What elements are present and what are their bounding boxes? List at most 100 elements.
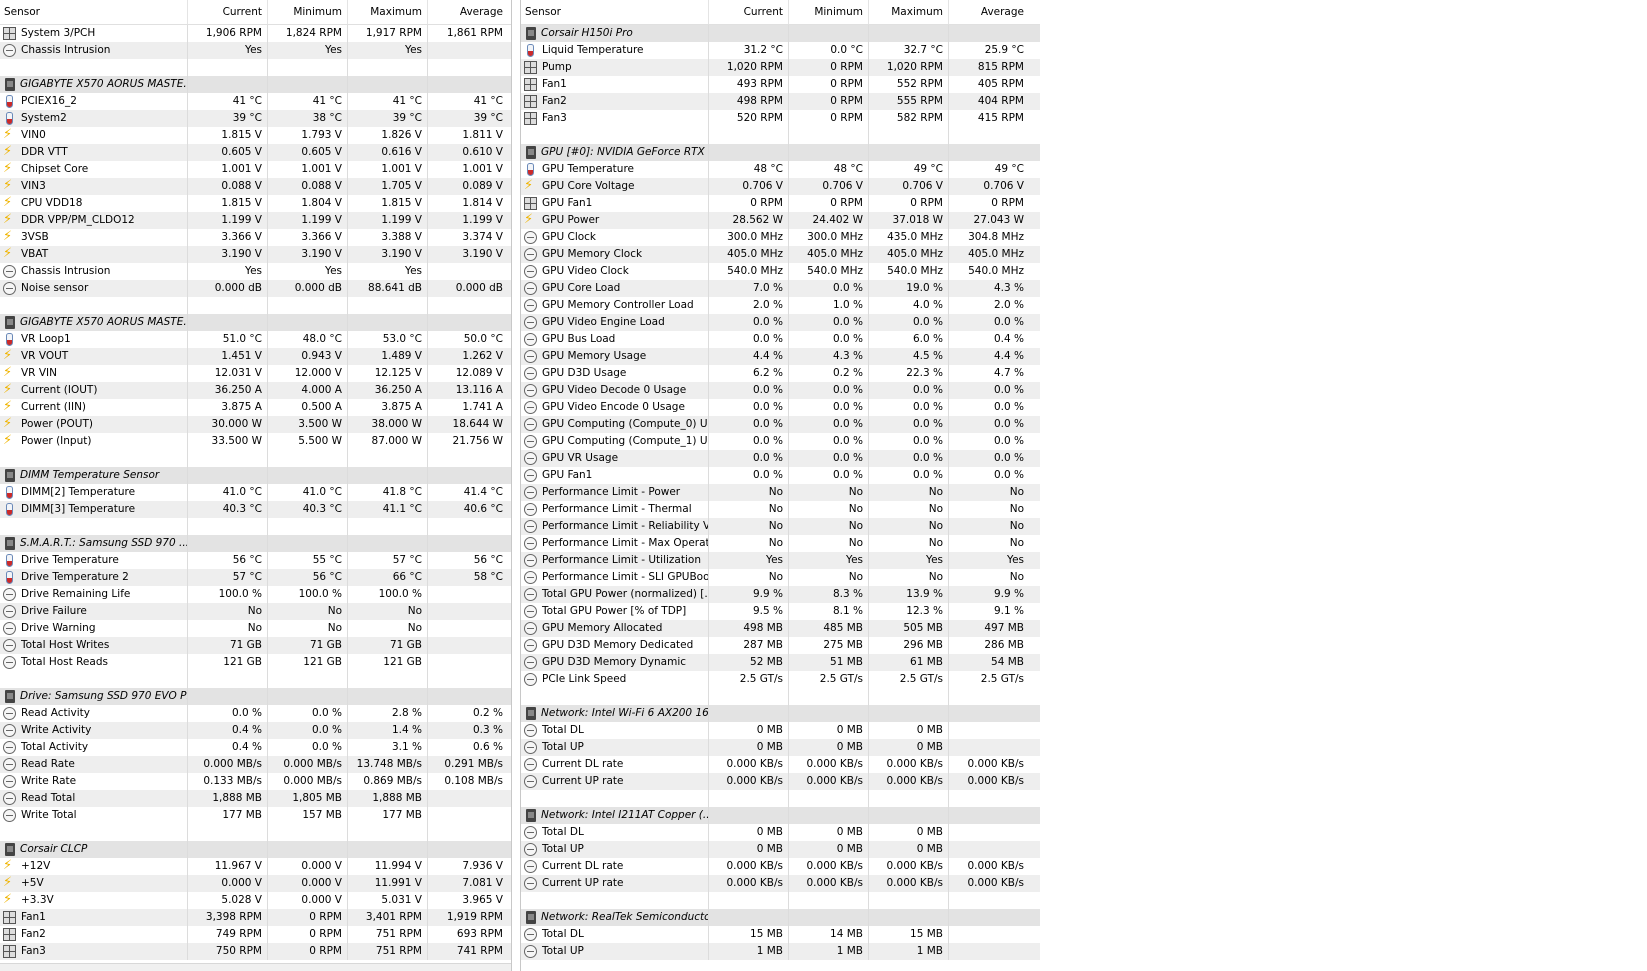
sensor-row[interactable]: Total UP 0 MB 0 MB 0 MB [521, 739, 1040, 756]
column-header-average[interactable]: Average [428, 0, 508, 24]
sensor-row[interactable]: PCIe Link Speed 2.5 GT/s 2.5 GT/s 2.5 GT/s 2… [521, 671, 1040, 688]
sensor-row[interactable]: Total DL 0 MB 0 MB 0 MB [521, 722, 1040, 739]
sensor-row[interactable]: GPU Power 28.562 W24.402 W37.018 W 27.043 … [521, 212, 1040, 229]
sensor-row[interactable]: GPU Bus Load 0.0 % 0.0 % 6.0 % 0.4 % [521, 331, 1040, 348]
column-header-sensor[interactable]: Sensor [0, 0, 188, 24]
sensor-row[interactable]: VR Loop1 51.0 °C 48.0 °C 53.0 °C 50.0 °C [0, 331, 511, 348]
sensor-row[interactable]: Pump 1,020 RPM 0 RPM 1,020 RPM 815 RPM [521, 59, 1040, 76]
sensor-row[interactable]: Performance Limit - SLI GPUBoo... No No No N… [521, 569, 1040, 586]
sensor-group-header[interactable]: DIMM Temperature Sensor [0, 467, 511, 484]
sensor-row[interactable]: Current UP rate 0.000 KB/s 0.000 KB/s 0.000… [521, 875, 1040, 892]
sensor-row[interactable]: DIMM[2] Temperature 41.0 °C 41.0 °C 41.8 °C… [0, 484, 511, 501]
sensor-row[interactable]: System 3/PCH 1,906 RPM 1,824 RPM 1,917 RPM 1… [0, 25, 511, 42]
sensor-row[interactable]: GPU VR Usage 0.0 % 0.0 % 0.0 % 0.0 % [521, 450, 1040, 467]
sensor-row[interactable]: Total GPU Power (normalized) [... 9.9 % 8.… [521, 586, 1040, 603]
sensor-row[interactable]: Fan2 498 RPM 0 RPM 555 RPM 404 RPM [521, 93, 1040, 110]
sensor-row[interactable]: Total Activity 0.4 % 0.0 % 3.1 % 0.6 % [0, 739, 511, 756]
sensor-row[interactable]: Current DL rate 0.000 KB/s 0.000 KB/s 0.000… [521, 756, 1040, 773]
sensor-row[interactable]: Fan3 520 RPM 0 RPM 582 RPM 415 RPM [521, 110, 1040, 127]
column-header-sensor[interactable]: Sensor [521, 0, 709, 24]
sensor-row[interactable]: Fan3 750 RPM 0 RPM 751 RPM 741 RPM [0, 943, 511, 960]
sensor-row[interactable]: Current DL rate 0.000 KB/s 0.000 KB/s 0.000… [521, 858, 1040, 875]
sensor-row[interactable]: Liquid Temperature 31.2 °C 0.0 °C 32.7 °C 25… [521, 42, 1040, 59]
sensor-row[interactable]: GPU D3D Memory Dynamic 52 MB 51 MB 61 MB 54 … [521, 654, 1040, 671]
sensor-row[interactable]: GPU Fan1 0.0 % 0.0 % 0.0 % 0.0 % [521, 467, 1040, 484]
sensor-row[interactable]: Read Total 1,888 MB 1,805 MB 1,888 MB [0, 790, 511, 807]
column-header-minimum[interactable]: Minimum [268, 0, 348, 24]
sensor-row[interactable]: GPU Video Decode 0 Usage 0.0 % 0.0 % 0.0 % 0… [521, 382, 1040, 399]
sensor-row[interactable]: Chipset Core1.001 V1.001 V1.001 V1.001 V [0, 161, 511, 178]
sensor-group-header[interactable]: S.M.A.R.T.: Samsung SSD 970 ... [0, 535, 511, 552]
sensor-row[interactable]: GPU D3D Usage 6.2 % 0.2 % 22.3 % 4.7 % [521, 365, 1040, 382]
sensor-row[interactable]: Fan1 3,398 RPM 0 RPM 3,401 RPM 1,919 RPM [0, 909, 511, 926]
sensor-row[interactable]: VR VIN 12.031 V12.000 V12.125 V 12.089 V [0, 365, 511, 382]
sensor-row[interactable]: Write Rate 0.133 MB/s 0.000 MB/s 0.869 MB/s… [0, 773, 511, 790]
sensor-row[interactable]: VBAT3.190 V3.190 V3.190 V3.190 V [0, 246, 511, 263]
sensor-row[interactable]: Performance Limit - Reliability Vo... No N… [521, 518, 1040, 535]
sensor-row[interactable]: GPU Computing (Compute_0) Us... 0.0 % 0.0 … [521, 416, 1040, 433]
sensor-row[interactable]: Fan2 749 RPM 0 RPM 751 RPM 693 RPM [0, 926, 511, 943]
sensor-group-header[interactable]: Network: Intel I211AT Copper (... [521, 807, 1040, 824]
sensor-group-header[interactable]: Drive: Samsung SSD 970 EVO Pl... [0, 688, 511, 705]
sensor-row[interactable]: DDR VTT0.605 V0.605 V0.616 V0.610 V [0, 144, 511, 161]
sensor-row[interactable]: GPU D3D Memory Dedicated 287 MB 275 MB 296 … [521, 637, 1040, 654]
sensor-row[interactable]: VR VOUT 1.451 V0.943 V1.489 V 1.262 V [0, 348, 511, 365]
column-header-maximum[interactable]: Maximum [348, 0, 428, 24]
sensor-row[interactable]: Total Host Writes 71 GB 71 GB 71 GB [0, 637, 511, 654]
sensor-row[interactable]: +3.3V 5.028 V0.000 V5.031 V 3.965 V [0, 892, 511, 909]
sensor-row[interactable]: Drive Temperature 56 °C 55 °C 57 °C 56 °C [0, 552, 511, 569]
column-header-minimum[interactable]: Minimum [789, 0, 869, 24]
sensor-row[interactable]: Total UP 0 MB 0 MB 0 MB [521, 841, 1040, 858]
sensor-row[interactable]: CPU VDD18 1.815 V1.804 V1.815 V 1.814 V [0, 195, 511, 212]
sensor-row[interactable]: GPU Memory Controller Load 2.0 % 1.0 % 4.0 … [521, 297, 1040, 314]
sensor-group-header[interactable]: GPU [#0]: NVIDIA GeForce RTX ... [521, 144, 1040, 161]
sensor-group-header[interactable]: Network: Intel Wi-Fi 6 AX200 16... [521, 705, 1040, 722]
sensor-row[interactable]: Performance Limit - Max Operati... No No No… [521, 535, 1040, 552]
sensor-row[interactable]: Total DL 0 MB 0 MB 0 MB [521, 824, 1040, 841]
sensor-row[interactable]: GPU Video Encode 0 Usage 0.0 % 0.0 % 0.0 % 0… [521, 399, 1040, 416]
sensor-row[interactable]: 3VSB3.366 V3.366 V3.388 V3.374 V [0, 229, 511, 246]
sensor-row[interactable]: Performance Limit - Utilization Yes Yes Yes… [521, 552, 1040, 569]
sensor-row[interactable]: Drive Warning No No No [0, 620, 511, 637]
column-header-current[interactable]: Current [188, 0, 268, 24]
sensor-row[interactable]: GPU Video Engine Load 0.0 % 0.0 % 0.0 % 0.0 … [521, 314, 1040, 331]
sensor-row[interactable]: Drive Temperature 2 57 °C 56 °C 66 °C 58 °C [0, 569, 511, 586]
sensor-row[interactable]: GPU Core Load 7.0 % 0.0 % 19.0 % 4.3 % [521, 280, 1040, 297]
sensor-row[interactable]: GPU Fan1 0 RPM 0 RPM 0 RPM 0 RPM [521, 195, 1040, 212]
sensor-row[interactable]: Write Total 177 MB 157 MB 177 MB [0, 807, 511, 824]
sensor-row[interactable]: DIMM[3] Temperature 40.3 °C 40.3 °C 41.1 °C… [0, 501, 511, 518]
sensor-row[interactable]: GPU Memory Usage 4.4 % 4.3 % 4.5 % 4.4 % [521, 348, 1040, 365]
sensor-row[interactable]: Fan1 493 RPM 0 RPM 552 RPM 405 RPM [521, 76, 1040, 93]
sensor-row[interactable]: Chassis Intrusion Yes Yes Yes [0, 263, 511, 280]
sensor-row[interactable]: System2 39 °C 38 °C 39 °C 39 °C [0, 110, 511, 127]
sensor-row[interactable]: Current (IOUT) 36.250 A4.000 A36.250 A 13.… [0, 382, 511, 399]
sensor-row[interactable]: Read Activity 0.0 % 0.0 % 2.8 % 0.2 % [0, 705, 511, 722]
sensor-row[interactable]: Chassis Intrusion Yes Yes Yes [0, 42, 511, 59]
sensor-row[interactable]: Total DL 15 MB 14 MB 15 MB [521, 926, 1040, 943]
sensor-row[interactable]: GPU Temperature 48 °C 48 °C 49 °C 49 °C [521, 161, 1040, 178]
sensor-row[interactable]: Drive Remaining Life 100.0 % 100.0 % 100.0 … [0, 586, 511, 603]
column-header-average[interactable]: Average [949, 0, 1029, 24]
sensor-row[interactable]: Power (POUT) 30.000 W3.500 W38.000 W 18.64… [0, 416, 511, 433]
sensor-row[interactable]: GPU Memory Clock 405.0 MHz 405.0 MHz 405.0 … [521, 246, 1040, 263]
sensor-row[interactable]: GPU Memory Allocated 498 MB 485 MB 505 MB 49… [521, 620, 1040, 637]
sensor-row[interactable]: GPU Core Voltage0.706 V0.706 V0.706 V0.7… [521, 178, 1040, 195]
sensor-row[interactable]: DDR VPP/PM_CLDO121.199 V1.199 V1.199 V1.… [0, 212, 511, 229]
sensor-row[interactable]: Current (IIN) 3.875 A0.500 A3.875 A 1.741 … [0, 399, 511, 416]
sensor-group-header[interactable]: Corsair H150i Pro [521, 25, 1040, 42]
column-header-maximum[interactable]: Maximum [869, 0, 949, 24]
sensor-row[interactable]: Write Activity 0.4 % 0.0 % 1.4 % 0.3 % [0, 722, 511, 739]
sensor-row[interactable]: GPU Computing (Compute_1) Us... 0.0 % 0.0 … [521, 433, 1040, 450]
sensor-row[interactable]: +12V 11.967 V0.000 V11.994 V 7.936 V [0, 858, 511, 875]
sensor-row[interactable]: Total Host Reads 121 GB 121 GB 121 GB [0, 654, 511, 671]
sensor-row[interactable]: GPU Clock 300.0 MHz 300.0 MHz 435.0 MHz 304.… [521, 229, 1040, 246]
horizontal-scrollbar[interactable] [0, 963, 511, 971]
column-header-current[interactable]: Current [709, 0, 789, 24]
sensor-row[interactable]: Total GPU Power [% of TDP] 9.5 % 8.1 % 12.3… [521, 603, 1040, 620]
sensor-row[interactable]: Performance Limit - Power No No No No [521, 484, 1040, 501]
sensor-row[interactable]: Noise sensor 0.000 dB 0.000 dB 88.641 dB 0.0… [0, 280, 511, 297]
sensor-row[interactable]: Total UP 1 MB 1 MB 1 MB [521, 943, 1040, 960]
sensor-group-header[interactable]: GIGABYTE X570 AORUS MASTE... [0, 314, 511, 331]
sensor-row[interactable]: Drive Failure No No No [0, 603, 511, 620]
sensor-group-header[interactable]: Network: RealTek Semiconducto... [521, 909, 1040, 926]
